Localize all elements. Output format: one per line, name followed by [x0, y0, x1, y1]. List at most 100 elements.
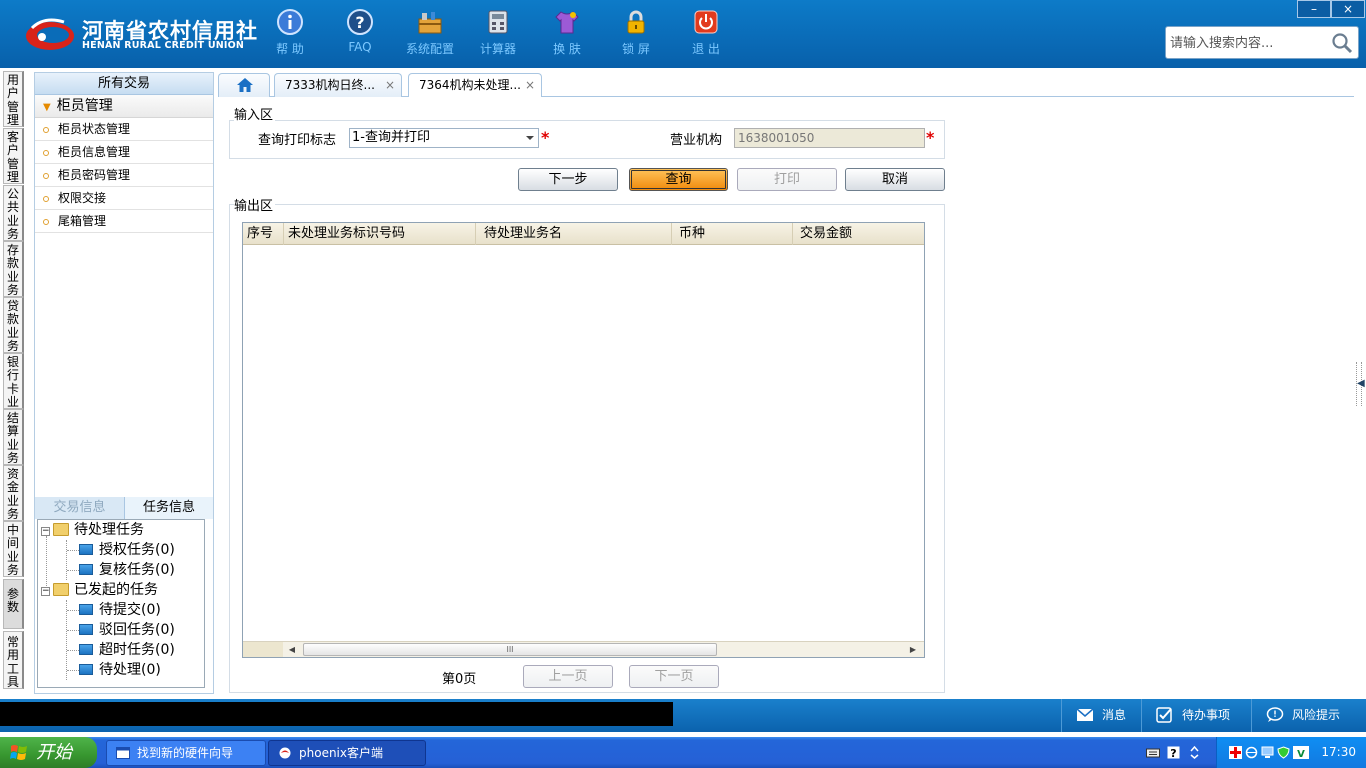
close-window-button[interactable]: ×: [1331, 0, 1365, 18]
tree-node-pending[interactable]: − 待处理任务: [41, 520, 144, 540]
logo-mark-icon: [26, 18, 74, 50]
risk-alert-button[interactable]: 风险提示: [1251, 699, 1366, 732]
tab-7364[interactable]: 7364机构未处理... ×: [408, 73, 542, 97]
search-box: [1165, 26, 1359, 59]
tree-connector: [67, 570, 79, 571]
print-button[interactable]: 打印: [737, 168, 837, 191]
tab-home[interactable]: [218, 73, 270, 97]
minimize-button[interactable]: –: [1297, 0, 1331, 18]
module-tab-loan[interactable]: 贷款业务: [3, 297, 24, 353]
nav-item-tail-box[interactable]: 尾箱管理: [35, 210, 213, 233]
antivirus-icon[interactable]: V: [1293, 746, 1309, 759]
app-header: 河南省农村信用社 HENAN RURAL CREDIT UNION 帮 助 ? …: [0, 0, 1366, 68]
tree-node-authorize[interactable]: 授权任务(0): [79, 540, 175, 560]
tab-task-info[interactable]: 任务信息: [124, 497, 213, 519]
column-header[interactable]: 未处理业务标识号码: [284, 223, 476, 245]
taskbar-item-label: phoenix客户端: [299, 746, 383, 760]
faq-label: FAQ: [348, 40, 372, 54]
panel-collapse-handle[interactable]: ◀: [1356, 362, 1365, 406]
module-tab-user-mgmt[interactable]: 用户管理: [3, 71, 24, 127]
tree-node-review[interactable]: 复核任务(0): [79, 560, 175, 580]
module-tab-funds[interactable]: 资金业务: [3, 465, 24, 521]
nav-item-teller-status[interactable]: 柜员状态管理: [35, 118, 213, 141]
module-tab-common-tools[interactable]: 常用工具: [3, 631, 24, 689]
bullet-icon: [43, 126, 49, 133]
bullet-icon: [43, 172, 49, 179]
skin-button[interactable]: 换 肤: [535, 8, 599, 57]
tab-label: 7364机构未处理...: [419, 78, 521, 92]
column-header[interactable]: 交易金额: [796, 223, 924, 245]
branch-label: 营业机构: [670, 133, 723, 148]
horizontal-scrollbar[interactable]: ◀ III ▶: [243, 641, 924, 657]
nav-item-permission-handover[interactable]: 权限交接: [35, 187, 213, 210]
close-tab-icon[interactable]: ×: [385, 74, 395, 96]
nav-item-label: 柜员状态管理: [58, 122, 131, 136]
help-button[interactable]: 帮 助: [258, 8, 322, 57]
todo-button[interactable]: 待办事项: [1141, 699, 1251, 732]
tray-expand-icon[interactable]: [1188, 746, 1201, 759]
scroll-thumb[interactable]: III: [303, 643, 717, 656]
next-step-button[interactable]: 下一步: [518, 168, 618, 191]
transaction-nav-panel: 所有交易 ▼ 柜员管理 柜员状态管理 柜员信息管理 柜员密码管理 权限交接 尾箱管…: [34, 72, 214, 694]
close-tab-icon[interactable]: ×: [525, 74, 535, 96]
query-flag-select[interactable]: 1-查询并打印: [349, 128, 539, 148]
tree-node-label: 超时任务(0): [99, 642, 175, 658]
taskbar-item-hardware-wizard[interactable]: 找到新的硬件向导: [106, 740, 266, 766]
network-icon[interactable]: [1245, 746, 1258, 759]
collapse-icon[interactable]: −: [41, 527, 50, 536]
next-page-button[interactable]: 下一页: [629, 665, 719, 688]
bullet-icon: [43, 195, 49, 202]
module-tab-bank-card[interactable]: 银行卡业务: [3, 353, 24, 409]
required-mark: *: [926, 128, 935, 147]
nav-group-teller-mgmt[interactable]: ▼ 柜员管理: [35, 95, 213, 118]
monitor-icon[interactable]: [1261, 746, 1274, 759]
nav-header: 所有交易: [35, 73, 213, 95]
module-tab-public-business[interactable]: 公共业务: [3, 185, 24, 241]
module-tab-intermediary[interactable]: 中间业务: [3, 521, 24, 577]
scroll-right-icon[interactable]: ▶: [904, 642, 922, 657]
search-icon[interactable]: [1330, 31, 1354, 55]
help-tray-icon[interactable]: ?: [1167, 746, 1180, 759]
tree-node-to-submit[interactable]: 待提交(0): [79, 600, 161, 620]
search-input[interactable]: [1170, 33, 1320, 53]
column-header[interactable]: 待处理业务名: [480, 223, 672, 245]
shield-icon[interactable]: [1277, 746, 1290, 759]
scroll-left-icon[interactable]: ◀: [283, 642, 301, 657]
branch-field[interactable]: 1638001050: [734, 128, 925, 148]
exit-button[interactable]: 退 出: [674, 8, 738, 57]
faq-button[interactable]: ? FAQ: [328, 8, 392, 54]
task-icon: [79, 664, 93, 675]
nav-item-teller-password[interactable]: 柜员密码管理: [35, 164, 213, 187]
home-icon: [237, 78, 253, 92]
messages-button[interactable]: 消息: [1061, 699, 1141, 732]
cancel-button[interactable]: 取消: [845, 168, 945, 191]
shirt-icon: [555, 11, 579, 34]
taskbar-item-phoenix[interactable]: phoenix客户端: [268, 740, 426, 766]
module-tab-settlement[interactable]: 结算业务: [3, 409, 24, 465]
tab-7333[interactable]: 7333机构日终... ×: [274, 73, 402, 97]
calculator-button[interactable]: 计算器: [466, 8, 530, 57]
clock: 17:30: [1321, 745, 1356, 759]
keyboard-icon[interactable]: [1146, 746, 1160, 759]
tree-node-to-process[interactable]: 待处理(0): [79, 660, 161, 680]
module-tab-params[interactable]: 参数: [3, 579, 24, 629]
tree-node-timeout[interactable]: 超时任务(0): [79, 640, 175, 660]
module-tab-deposit[interactable]: 存款业务: [3, 241, 24, 297]
lock-screen-button[interactable]: 锁 屏: [604, 8, 668, 57]
module-tab-customer-mgmt[interactable]: 客户管理: [3, 128, 24, 184]
tree-node-rejected[interactable]: 驳回任务(0): [79, 620, 175, 640]
query-button[interactable]: 查询: [629, 168, 728, 191]
folder-icon: [53, 583, 69, 596]
nav-item-teller-info[interactable]: 柜员信息管理: [35, 141, 213, 164]
start-button[interactable]: 开始: [0, 737, 97, 768]
lock-icon: [627, 10, 645, 34]
tab-transaction-info[interactable]: 交易信息: [35, 497, 124, 519]
column-header[interactable]: 序号: [243, 223, 284, 245]
red-cross-icon[interactable]: [1229, 746, 1242, 759]
column-header[interactable]: 币种: [675, 223, 793, 245]
collapse-icon[interactable]: −: [41, 587, 50, 596]
system-config-button[interactable]: 系统配置: [398, 8, 462, 57]
module-tabs: 用户管理 客户管理 公共业务 存款业务 贷款业务 银行卡业务 结算业务 资金业务…: [0, 68, 28, 698]
prev-page-button[interactable]: 上一页: [523, 665, 613, 688]
tree-node-initiated[interactable]: − 已发起的任务: [41, 580, 158, 600]
